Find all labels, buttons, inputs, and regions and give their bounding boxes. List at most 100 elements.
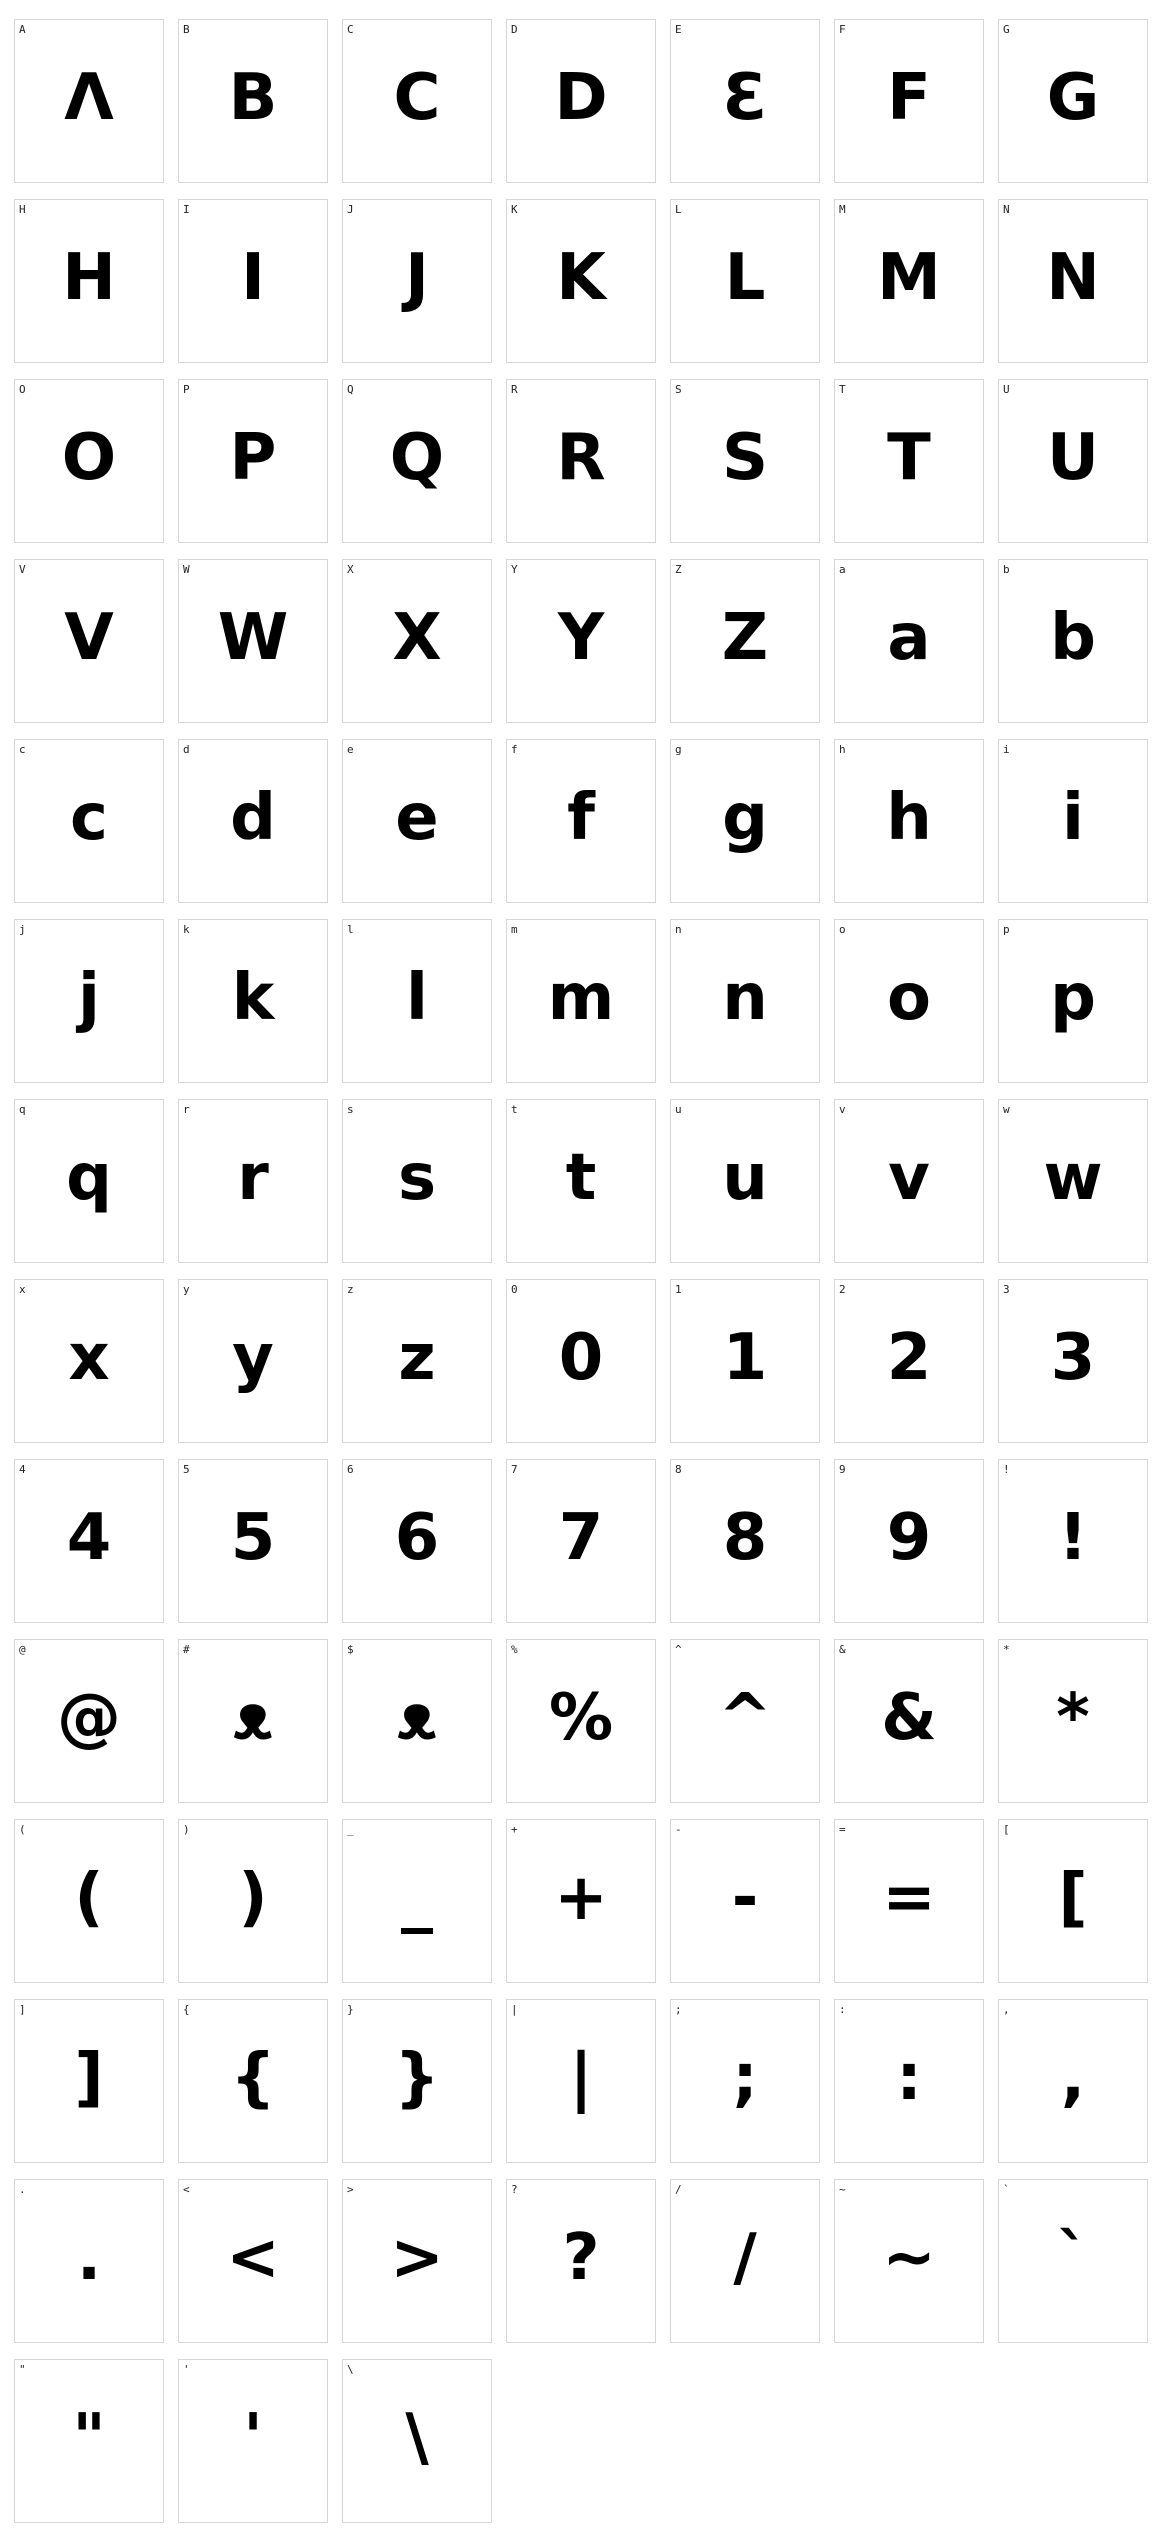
glyph-label: # xyxy=(183,1643,190,1656)
glyph-label: [ xyxy=(1003,1823,1010,1836)
glyph-label: d xyxy=(183,743,190,756)
glyph-preview: * xyxy=(1056,1681,1090,1755)
glyph-label: k xyxy=(183,923,190,936)
glyph-preview: ᴥ xyxy=(397,1681,437,1755)
glyph-label: = xyxy=(839,1823,846,1836)
glyph-label: z xyxy=(347,1283,354,1296)
glyph-label: U xyxy=(1003,383,1010,396)
glyph-cell: )) xyxy=(178,1819,328,1983)
glyph-preview: d xyxy=(230,781,276,855)
glyph-preview: J xyxy=(405,241,429,315)
glyph-cell: 77 xyxy=(506,1459,656,1623)
glyph-preview: S xyxy=(721,421,769,495)
glyph-label: o xyxy=(839,923,846,936)
glyph-label: 1 xyxy=(675,1283,682,1296)
glyph-preview: 5 xyxy=(230,1501,276,1575)
glyph-preview: s xyxy=(397,1141,437,1215)
glyph-preview: . xyxy=(76,2221,102,2295)
glyph-cell: QQ xyxy=(342,379,492,543)
glyph-label: ) xyxy=(183,1823,190,1836)
glyph-preview: ] xyxy=(74,2041,104,2115)
glyph-preview: 7 xyxy=(558,1501,604,1575)
glyph-cell: vv xyxy=(834,1099,984,1263)
glyph-label: ( xyxy=(19,1823,26,1836)
glyph-cell: uu xyxy=(670,1099,820,1263)
glyph-cell: .. xyxy=(14,2179,164,2343)
glyph-cell: ]] xyxy=(14,1999,164,2163)
glyph-cell: * * xyxy=(998,1639,1148,1803)
glyph-label: G xyxy=(1003,23,1010,36)
glyph-label: P xyxy=(183,383,190,396)
glyph-label: : xyxy=(839,2003,846,2016)
glyph-label: 0 xyxy=(511,1283,518,1296)
glyph-cell: 11 xyxy=(670,1279,820,1443)
glyph-preview: > xyxy=(390,2221,444,2295)
glyph-label: 3 xyxy=(1003,1283,1010,1296)
glyph-label: x xyxy=(19,1283,26,1296)
glyph-preview: ) xyxy=(238,1861,268,1935)
glyph-label: ` xyxy=(1003,2183,1010,2196)
glyph-preview: B xyxy=(228,61,278,135)
glyph-preview: w xyxy=(1043,1141,1103,1215)
glyph-cell: BB xyxy=(178,19,328,183)
glyph-preview: } xyxy=(394,2041,440,2115)
glyph-cell: HH xyxy=(14,199,164,363)
glyph-label: $ xyxy=(347,1643,354,1656)
glyph-preview: | xyxy=(569,2041,593,2115)
glyph-preview: [ xyxy=(1058,1861,1088,1935)
glyph-label: C xyxy=(347,23,354,36)
glyph-label: } xyxy=(347,2003,354,2016)
glyph-label: h xyxy=(839,743,846,756)
glyph-label: { xyxy=(183,2003,190,2016)
glyph-cell: DD xyxy=(506,19,656,183)
glyph-label: @ xyxy=(19,1643,26,1656)
glyph-label: _ xyxy=(347,1823,354,1836)
glyph-label: R xyxy=(511,383,518,396)
glyph-label: ~ xyxy=(839,2183,846,2196)
glyph-cell: cc xyxy=(14,739,164,903)
glyph-label: 8 xyxy=(675,1463,682,1476)
glyph-cell: ^ ^ xyxy=(670,1639,820,1803)
glyph-cell: XX xyxy=(342,559,492,723)
glyph-cell: > > xyxy=(342,2179,492,2343)
glyph-preview: 8 xyxy=(722,1501,768,1575)
glyph-label: % xyxy=(511,1643,518,1656)
glyph-label: X xyxy=(347,563,354,576)
glyph-label: M xyxy=(839,203,846,216)
glyph-cell: bb xyxy=(998,559,1148,723)
glyph-cell: LL xyxy=(670,199,820,363)
glyph-label: W xyxy=(183,563,190,576)
glyph-preview: U xyxy=(1047,421,1099,495)
glyph-label: Z xyxy=(675,563,682,576)
glyph-preview: Z xyxy=(721,601,769,675)
glyph-label: 4 xyxy=(19,1463,26,1476)
glyph-cell: mm xyxy=(506,919,656,1083)
glyph-label: g xyxy=(675,743,682,756)
glyph-preview: = xyxy=(882,1861,936,1935)
glyph-preview: 2 xyxy=(886,1321,932,1395)
glyph-cell: # ᴥ xyxy=(178,1639,328,1803)
glyph-label: ? xyxy=(511,2183,518,2196)
glyph-preview: l xyxy=(406,961,428,1035)
glyph-preview: 3 xyxy=(1050,1321,1096,1395)
glyph-preview: v xyxy=(888,1141,930,1215)
glyph-grid: AΛBBCCDDEƐFFGGHHIIJJKKLLMMNNOOPPQQRRSSTT… xyxy=(14,19,1148,2523)
glyph-preview: a xyxy=(887,601,931,675)
glyph-cell: RR xyxy=(506,379,656,543)
glyph-preview: W xyxy=(217,601,289,675)
glyph-preview: & xyxy=(881,1681,937,1755)
glyph-cell: rr xyxy=(178,1099,328,1263)
glyph-label: E xyxy=(675,23,682,36)
glyph-cell: tt xyxy=(506,1099,656,1263)
glyph-cell: 88 xyxy=(670,1459,820,1623)
glyph-cell: _ _ xyxy=(342,1819,492,1983)
glyph-label: " xyxy=(19,2363,26,2376)
glyph-cell: 44 xyxy=(14,1459,164,1623)
glyph-label: V xyxy=(19,563,26,576)
glyph-cell: / / xyxy=(670,2179,820,2343)
glyph-preview: - xyxy=(731,1861,759,1935)
glyph-label: F xyxy=(839,23,846,36)
glyph-preview: Q xyxy=(389,421,445,495)
glyph-label: m xyxy=(511,923,518,936)
glyph-preview: \ xyxy=(405,2401,429,2475)
